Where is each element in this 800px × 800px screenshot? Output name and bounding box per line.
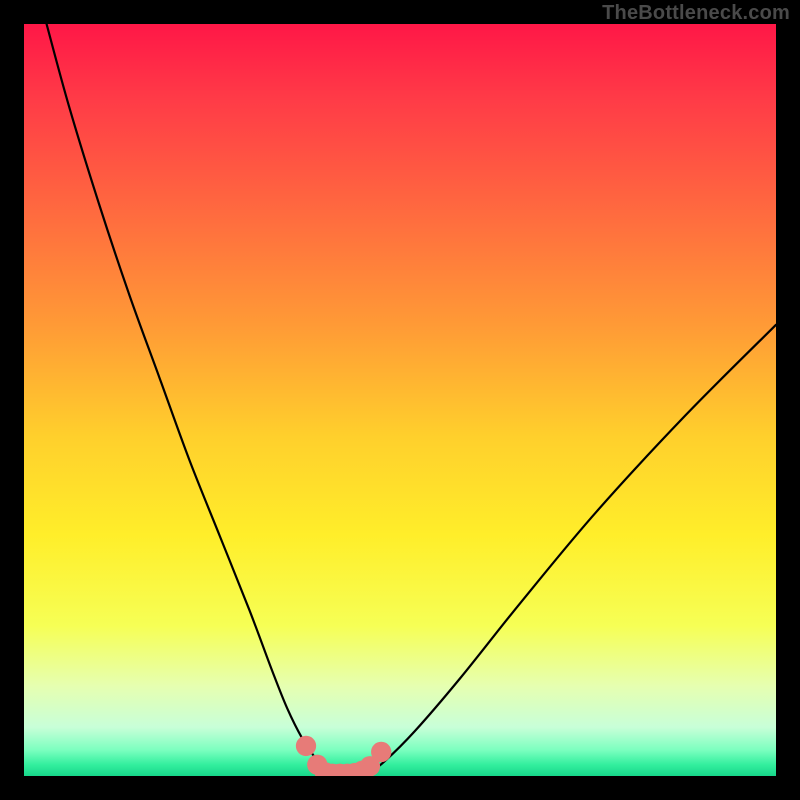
marker-dot — [371, 742, 391, 762]
marker-dot — [296, 736, 316, 756]
curve-layer — [24, 24, 776, 776]
bottleneck-curve — [47, 24, 776, 774]
bottom-highlight-markers — [296, 736, 392, 776]
plot-area — [24, 24, 776, 776]
watermark-text: TheBottleneck.com — [602, 2, 790, 25]
chart-frame: TheBottleneck.com — [0, 0, 800, 800]
